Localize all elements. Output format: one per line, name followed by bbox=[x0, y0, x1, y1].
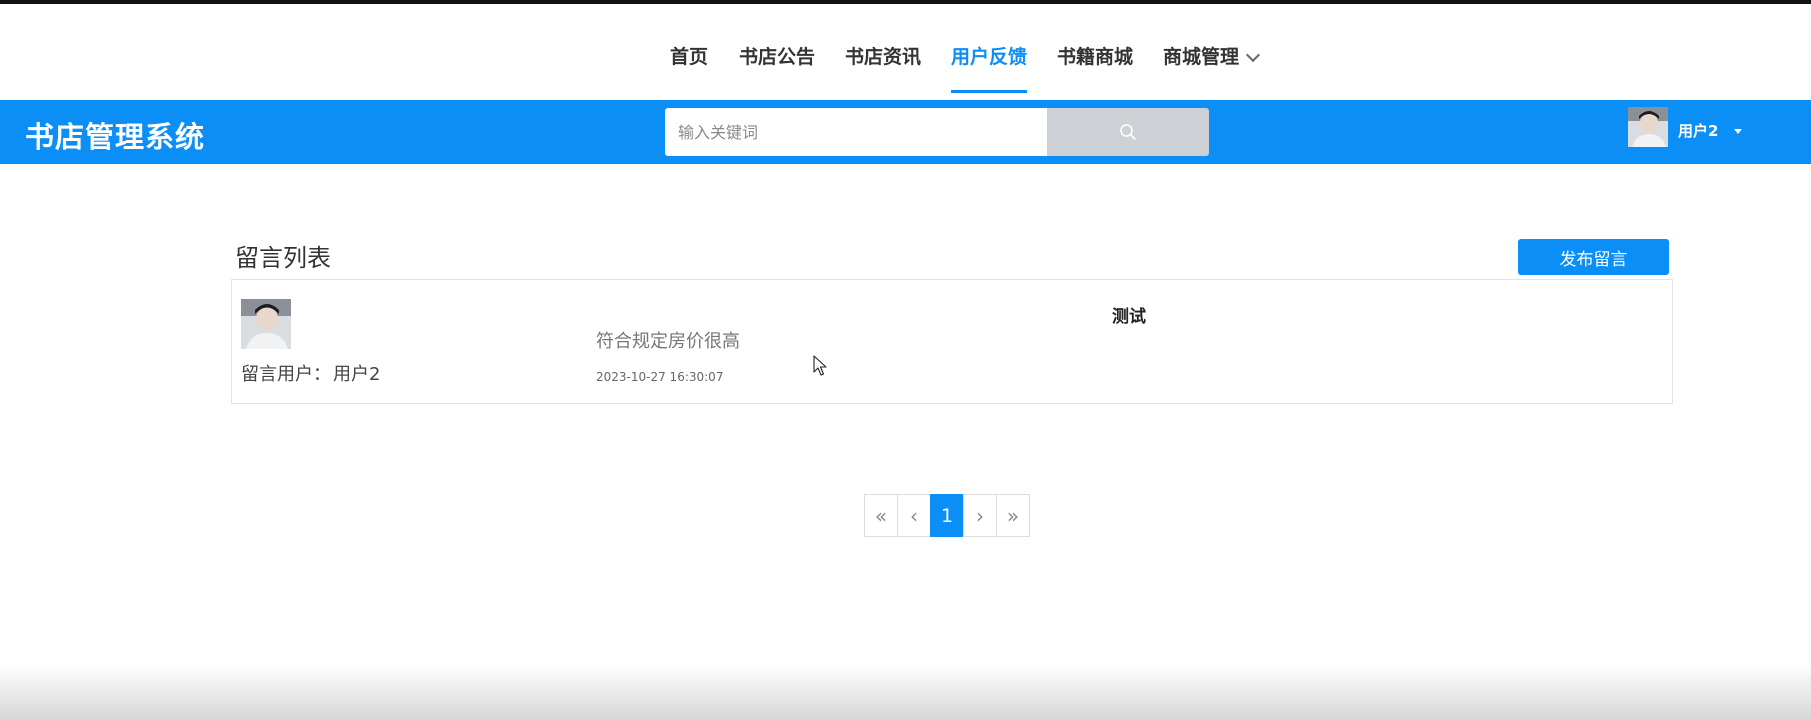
nav-item-announcements[interactable]: 书店公告 bbox=[739, 42, 815, 69]
header-bar: 书店管理系统 用户2 bbox=[0, 100, 1811, 164]
site-brand: 书店管理系统 bbox=[25, 120, 206, 154]
nav-item-book-mall[interactable]: 书籍商城 bbox=[1057, 42, 1133, 69]
chevron-down-icon[interactable] bbox=[1245, 47, 1261, 63]
message-item: 留言用户： 用户2 符合规定房价很高 2023-10-27 16:30:07 测试 bbox=[231, 279, 1673, 404]
top-navigation: 首页 书店公告 书店资讯 用户反馈 书籍商城 商城管理 bbox=[0, 4, 1811, 100]
pagination-prev[interactable]: ‹ bbox=[897, 494, 931, 537]
pagination-current-page[interactable]: 1 bbox=[930, 494, 964, 537]
nav-item-feedback[interactable]: 用户反馈 bbox=[951, 42, 1027, 69]
message-content: 符合规定房价很高 bbox=[596, 331, 740, 352]
pagination-next[interactable]: › bbox=[963, 494, 997, 537]
nav-item-news[interactable]: 书店资讯 bbox=[845, 42, 921, 69]
caret-down-icon[interactable] bbox=[1734, 129, 1742, 134]
mouse-cursor-icon bbox=[813, 355, 827, 381]
pagination-first[interactable]: « bbox=[864, 494, 898, 537]
pagination-last[interactable]: » bbox=[996, 494, 1030, 537]
search-input[interactable] bbox=[665, 108, 1047, 156]
search-button[interactable] bbox=[1047, 108, 1209, 156]
publish-message-button[interactable]: 发布留言 bbox=[1518, 239, 1669, 275]
nav-item-mall-management[interactable]: 商城管理 bbox=[1163, 42, 1239, 69]
user-avatar[interactable] bbox=[1628, 107, 1668, 147]
pagination: « ‹ 1 › » bbox=[864, 494, 1030, 537]
nav-active-indicator bbox=[951, 90, 1027, 93]
search-icon bbox=[1120, 124, 1136, 140]
message-user: 留言用户： 用户2 bbox=[241, 360, 380, 386]
avatar bbox=[241, 299, 291, 349]
user-name[interactable]: 用户2 bbox=[1678, 120, 1718, 141]
message-user-name: 用户2 bbox=[333, 364, 381, 385]
message-timestamp: 2023-10-27 16:30:07 bbox=[596, 370, 724, 384]
message-user-label: 留言用户： bbox=[241, 364, 331, 385]
page-title: 留言列表 bbox=[235, 244, 331, 272]
nav-item-home[interactable]: 首页 bbox=[670, 42, 708, 69]
bottom-fade bbox=[0, 664, 1811, 720]
message-reply: 测试 bbox=[1112, 307, 1146, 327]
